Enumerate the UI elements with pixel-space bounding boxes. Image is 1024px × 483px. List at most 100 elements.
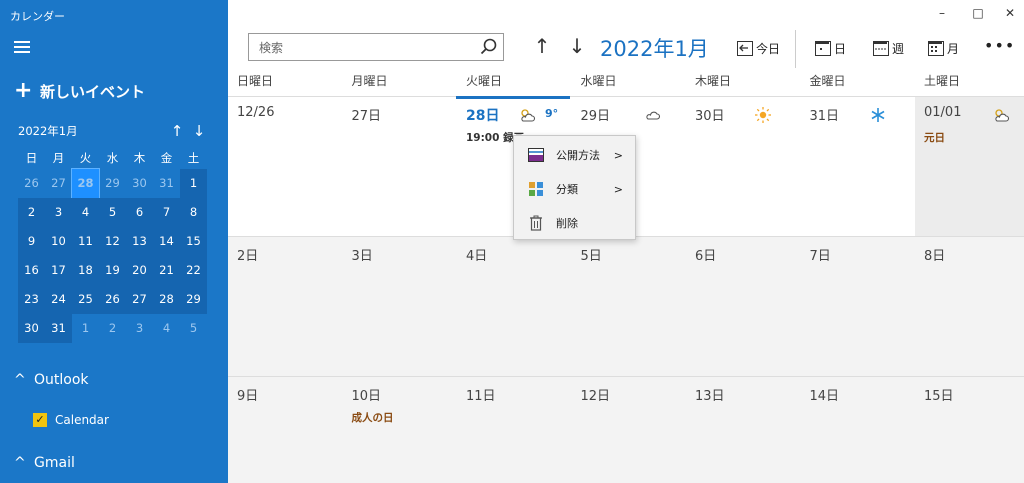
day-cell[interactable]: 4日 <box>457 237 572 376</box>
mini-calendar-day[interactable]: 4 <box>153 314 180 343</box>
mini-calendar-day[interactable]: 10 <box>45 227 72 256</box>
mini-calendar-day[interactable]: 28 <box>153 285 180 314</box>
day-number: 01/01 <box>924 105 962 120</box>
mini-calendar-day[interactable]: 30 <box>18 314 45 343</box>
mini-calendar-day[interactable]: 22 <box>180 256 207 285</box>
mini-calendar-day[interactable]: 17 <box>45 256 72 285</box>
mini-calendar-day[interactable]: 25 <box>72 285 99 314</box>
day-cell[interactable]: 31日 <box>801 97 916 236</box>
day-cell[interactable]: 12/26 <box>228 97 343 236</box>
mini-calendar-day[interactable]: 2 <box>99 314 126 343</box>
mini-calendar-day[interactable]: 2 <box>18 198 45 227</box>
hamburger-menu-icon[interactable] <box>14 41 30 53</box>
day-cell[interactable]: 12日 <box>571 377 686 483</box>
chevron-right-icon: > <box>613 182 623 196</box>
more-options-icon[interactable]: ••• <box>984 36 1015 55</box>
context-menu-delete[interactable]: 削除 <box>514 206 635 240</box>
day-cell[interactable]: 9日 <box>228 377 343 483</box>
month-view-button[interactable]: 月 <box>928 40 959 57</box>
day-cell[interactable]: 27日 <box>343 97 458 236</box>
mini-calendar-day[interactable]: 31 <box>45 314 72 343</box>
mini-calendar-day[interactable]: 23 <box>18 285 45 314</box>
mini-calendar-day[interactable]: 4 <box>72 198 99 227</box>
mini-calendar-day[interactable]: 29 <box>180 285 207 314</box>
mini-calendar-day[interactable]: 26 <box>99 285 126 314</box>
mini-calendar-day[interactable]: 27 <box>45 169 72 198</box>
checkbox-checked-icon[interactable]: ✓ <box>33 413 47 427</box>
day-cell[interactable]: 2日 <box>228 237 343 376</box>
mini-calendar-day[interactable]: 3 <box>126 314 153 343</box>
search-icon[interactable] <box>475 34 503 60</box>
gmail-group-toggle[interactable]: ^ Gmail <box>14 455 75 471</box>
plus-icon: + <box>14 78 33 103</box>
mini-calendar-day[interactable]: 24 <box>45 285 72 314</box>
mini-calendar-day[interactable]: 16 <box>18 256 45 285</box>
mini-calendar-day[interactable]: 1 <box>72 314 99 343</box>
new-event-button[interactable]: + 新しいイベント <box>14 80 145 102</box>
mini-calendar-day[interactable]: 27 <box>126 285 153 314</box>
context-menu-categorize[interactable]: 分類 > <box>514 172 635 206</box>
minimize-button[interactable]: – <box>932 6 952 20</box>
day-cell[interactable]: 15日 <box>915 377 1024 483</box>
mini-calendar-day[interactable]: 29 <box>99 169 126 198</box>
day-cell[interactable]: 14日 <box>800 377 915 483</box>
mini-calendar-day[interactable]: 5 <box>180 314 207 343</box>
day-number: 12/26 <box>237 105 275 120</box>
mini-prev-arrow-icon[interactable]: ↑ <box>166 122 188 140</box>
day-cell[interactable]: 7日 <box>800 237 915 376</box>
day-cell[interactable]: 5日 <box>571 237 686 376</box>
mini-calendar-day[interactable]: 14 <box>153 227 180 256</box>
mini-calendar-day[interactable]: 8 <box>180 198 207 227</box>
mini-dow: 水 <box>106 151 119 165</box>
mini-next-arrow-icon[interactable]: ↓ <box>188 122 210 140</box>
chevron-right-icon: > <box>613 148 623 162</box>
day-view-button[interactable]: 日 <box>815 40 846 57</box>
day-cell[interactable]: 6日 <box>686 237 801 376</box>
mini-calendar-day[interactable]: 6 <box>126 198 153 227</box>
mini-calendar-day[interactable]: 12 <box>99 227 126 256</box>
mini-calendar-day[interactable]: 31 <box>153 169 180 198</box>
mini-calendar-day[interactable]: 21 <box>153 256 180 285</box>
week-row: 9日 10日 成人の日 11日 12日 13日 14日 15日 <box>228 377 1024 483</box>
mini-calendar-day[interactable]: 13 <box>126 227 153 256</box>
mini-calendar-month: 2022年1月 <box>18 124 78 138</box>
day-number: 29日 <box>580 109 611 124</box>
day-cell[interactable]: 10日 成人の日 <box>342 377 457 483</box>
mini-calendar-day[interactable]: 1 <box>180 169 207 198</box>
day-number-today: 28日 <box>466 108 500 124</box>
day-cell[interactable]: 8日 <box>915 237 1024 376</box>
context-menu-publish[interactable]: 公開方法 > <box>514 138 635 172</box>
weekday-label: 月曜日 <box>351 74 388 88</box>
day-cell[interactable]: 3日 <box>342 237 457 376</box>
mini-calendar: 2022年1月 ↑ ↓ 日 月 火 水 木 金 土 26 27 28 29 30 31 1 2… <box>18 120 210 343</box>
day-cell[interactable]: 11日 <box>457 377 572 483</box>
day-cell[interactable]: 30日 <box>686 97 801 236</box>
mini-dow: 木 <box>133 151 146 165</box>
current-period-title[interactable]: 2022年1月 <box>600 33 709 63</box>
mini-calendar-day[interactable]: 7 <box>153 198 180 227</box>
weekday-label: 土曜日 <box>924 74 961 88</box>
search-box[interactable]: 検索 <box>248 33 504 61</box>
day-cell[interactable]: 01/01 元日 <box>915 97 1024 236</box>
mini-calendar-day[interactable]: 18 <box>72 256 99 285</box>
previous-period-arrow-icon[interactable]: ↑ <box>530 34 554 58</box>
calendar-checkbox-item[interactable]: ✓ Calendar <box>33 413 109 427</box>
week-view-button[interactable]: 週 <box>873 40 904 57</box>
mini-calendar-day[interactable]: 11 <box>72 227 99 256</box>
day-number: 8日 <box>924 249 946 264</box>
mini-calendar-day[interactable]: 20 <box>126 256 153 285</box>
outlook-group-toggle[interactable]: ^ Outlook <box>14 372 89 388</box>
mini-calendar-day[interactable]: 9 <box>18 227 45 256</box>
mini-calendar-day[interactable]: 15 <box>180 227 207 256</box>
mini-calendar-day[interactable]: 30 <box>126 169 153 198</box>
next-period-arrow-icon[interactable]: ↓ <box>565 34 589 58</box>
mini-calendar-day[interactable]: 26 <box>18 169 45 198</box>
today-button[interactable]: 今日 <box>737 40 780 57</box>
maximize-button[interactable]: □ <box>968 6 988 20</box>
mini-calendar-day[interactable]: 5 <box>99 198 126 227</box>
close-button[interactable]: ✕ <box>1000 6 1020 20</box>
mini-calendar-today[interactable]: 28 <box>71 168 100 199</box>
day-cell[interactable]: 13日 <box>686 377 801 483</box>
mini-calendar-day[interactable]: 3 <box>45 198 72 227</box>
mini-calendar-day[interactable]: 19 <box>99 256 126 285</box>
